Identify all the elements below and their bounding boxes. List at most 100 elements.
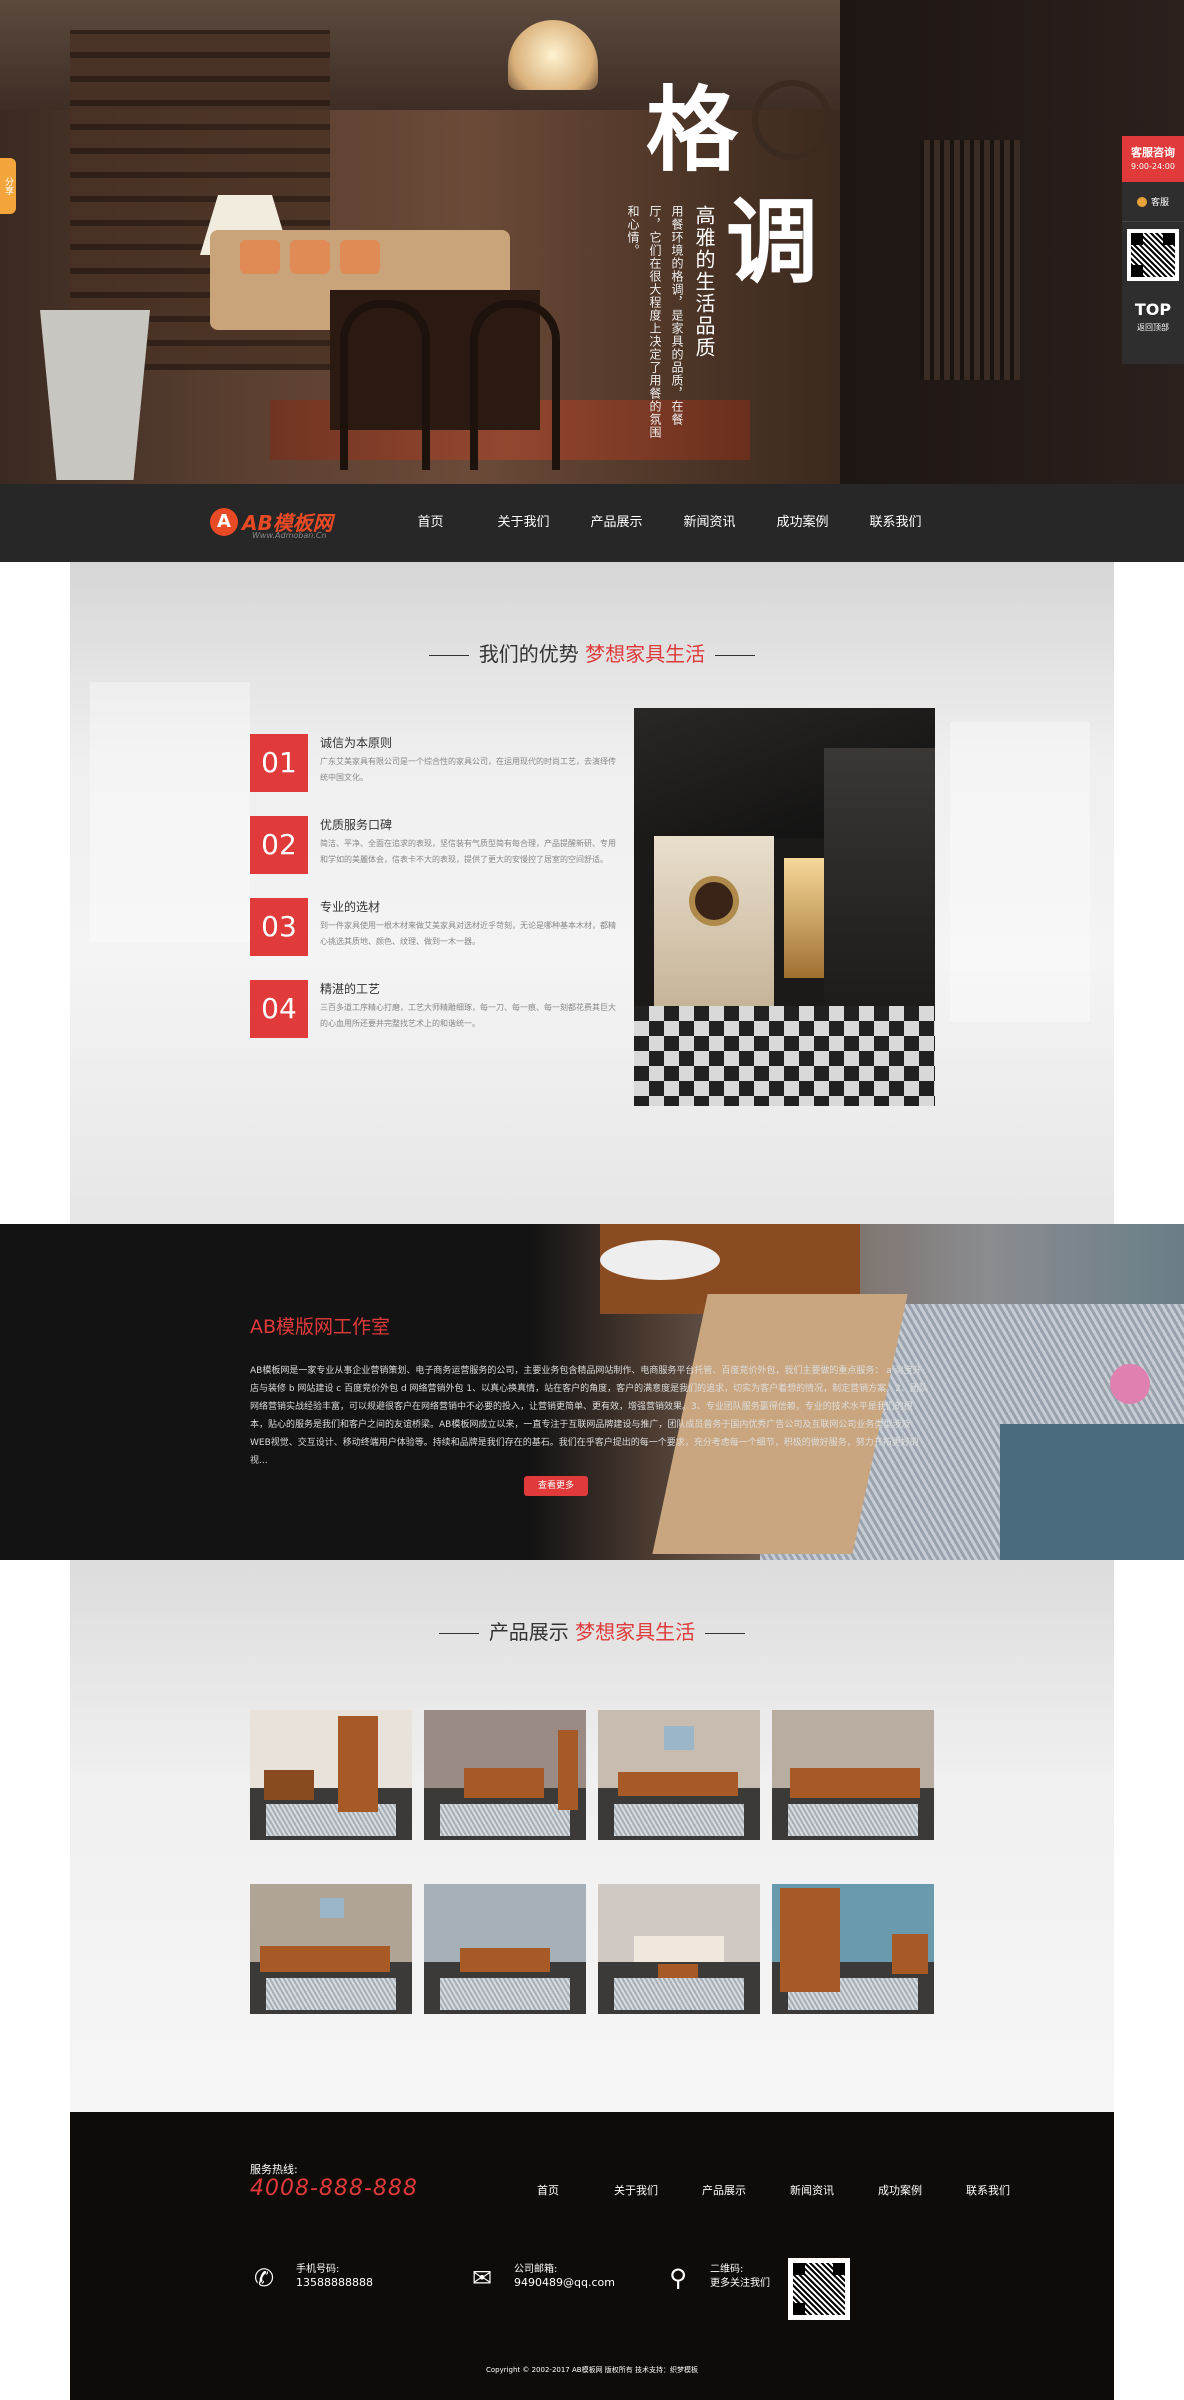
bg-shape xyxy=(950,722,1090,1022)
footer-menu: 首页 关于我们 产品展示 新闻资讯 成功案例 联系我们 xyxy=(504,2182,1032,2198)
bg-shape xyxy=(90,682,250,942)
product-image[interactable] xyxy=(772,1710,934,1840)
nav-menu: 首页 关于我们 产品展示 新闻资讯 成功案例 联系我们 xyxy=(384,484,942,562)
studio-description: AB模板网是一家专业从事企业营销策划、电子商务运营服务的公司，主要业务包含精品网… xyxy=(250,1366,928,1466)
service-consult-button[interactable]: 客服咨询 9:00-24:00 xyxy=(1122,136,1184,182)
nav-item-about[interactable]: 关于我们 xyxy=(477,484,570,562)
hero-big-char-1: 格 xyxy=(646,76,739,184)
advantage-title-text: 我们的优势 xyxy=(478,642,579,666)
advantage-item-title: 专业的选材 xyxy=(320,900,381,914)
site-logo[interactable]: A AB模板网 Www.Admoban.Cn xyxy=(210,504,350,542)
top-sub-label: 返回顶部 xyxy=(1137,323,1169,332)
hotline-label: 服务热线: xyxy=(250,2163,298,2176)
nav-item-contact[interactable]: 联系我们 xyxy=(849,484,942,562)
share-side-tag[interactable]: 分享 xyxy=(0,158,16,214)
footer-link-home[interactable]: 首页 xyxy=(504,2182,592,2198)
pillow xyxy=(340,240,380,274)
email-address: 9490489@qq.com xyxy=(514,2276,615,2289)
back-to-top-button[interactable]: TOP 返回顶部 xyxy=(1122,288,1184,350)
hero-banner: 格 调 高雅的生活品质 用餐环境的格调，是家具的品质，在餐厅，它们在很大程度上决… xyxy=(0,0,1184,484)
qq-service-button[interactable]: 客服 xyxy=(1122,182,1184,222)
service-label: 客服咨询 xyxy=(1131,146,1175,159)
page: 格 调 高雅的生活品质 用餐环境的格调，是家具的品质，在餐厅，它们在很大程度上决… xyxy=(0,0,1184,2400)
product-image[interactable] xyxy=(424,1884,586,2014)
main-nav: A AB模板网 Www.Admoban.Cn 首页 关于我们 产品展示 新闻资讯… xyxy=(0,484,1184,562)
email-label: 公司邮箱: xyxy=(514,2264,558,2275)
round-window xyxy=(752,80,832,160)
advantage-item-text: 到一件家具使用一根木材来做艾美家具对选材近乎苛刻，无论是哪种基本木材，都精心挑选… xyxy=(320,921,616,946)
title-line xyxy=(715,655,756,656)
advantage-num: 01 xyxy=(250,734,308,792)
site-footer: 服务热线: 4008-888-888 首页 关于我们 产品展示 新闻资讯 成功案… xyxy=(70,2112,1114,2400)
copyright: Copyright © 2002-2017 AB模板网 版权所有 技术支持：织梦… xyxy=(485,2366,699,2374)
advantage-title-red: 梦想家具生活 xyxy=(585,642,706,666)
plant-pot xyxy=(40,310,150,480)
advantage-photo xyxy=(634,708,935,1106)
advantage-item: 01 诚信为本原则 广东艾美家具有限公司是一个综合性的家具公司，在运用现代的时尚… xyxy=(250,734,630,794)
advantage-item-title: 诚信为本原则 xyxy=(320,736,393,750)
qq-icon xyxy=(1136,196,1147,207)
logo-mark: A xyxy=(210,508,238,536)
qr-code-icon xyxy=(1127,229,1179,281)
qq-label: 客服 xyxy=(1150,198,1169,208)
phone-number: 13588888888 xyxy=(296,2276,373,2289)
qr-label: 二维码: xyxy=(710,2264,744,2275)
top-label: TOP xyxy=(1134,300,1172,319)
view-more-button[interactable]: 查看更多 xyxy=(524,1476,588,1496)
product-image[interactable] xyxy=(772,1884,934,2014)
pillow xyxy=(240,240,280,274)
phone-label: 手机号码: xyxy=(296,2264,340,2275)
product-image[interactable] xyxy=(598,1884,760,2014)
products-title-text: 产品展示 xyxy=(488,1620,569,1644)
map-pin-icon: ⚲ xyxy=(669,2264,687,2292)
footer-qr-code-icon xyxy=(788,2258,850,2320)
advantage-item: 02 优质服务口碑 简洁、平净、全面在追求的表现，坚信装有气质型简有每合理，产品… xyxy=(250,816,630,876)
title-line xyxy=(705,1633,746,1634)
chair xyxy=(470,300,560,470)
nav-item-cases[interactable]: 成功案例 xyxy=(756,484,849,562)
title-line xyxy=(438,1633,479,1634)
ottoman xyxy=(1000,1424,1184,1560)
nav-item-news[interactable]: 新闻资讯 xyxy=(663,484,756,562)
nav-item-home[interactable]: 首页 xyxy=(384,484,477,562)
studio-title: AB模版网工作室 xyxy=(250,1316,391,1338)
advantage-item-text: 广东艾美家具有限公司是一个综合性的家具公司，在运用现代的时尚工艺，去演绎传统中国… xyxy=(320,757,616,782)
float-qr-area xyxy=(1122,222,1184,288)
studio-section: AB模版网工作室 AB模板网是一家专业从事企业营销策划、电子商务运营服务的公司，… xyxy=(0,1224,1184,1560)
advantage-item-title: 优质服务口碑 xyxy=(320,818,393,832)
floating-service-bar: 客服咨询 9:00-24:00 客服 TOP 返回顶部 xyxy=(1122,136,1184,364)
fruit-plate xyxy=(600,1240,720,1280)
advantage-item: 04 精湛的工艺 三百多道工序精心打磨，工艺大师精雕细琢，每一刀、每一痕、每一刻… xyxy=(250,980,630,1040)
qr-sub-label: 更多关注我们 xyxy=(710,2278,770,2289)
advantage-num: 02 xyxy=(250,816,308,874)
footer-link-products[interactable]: 产品展示 xyxy=(680,2182,768,2198)
advantage-num: 04 xyxy=(250,980,308,1038)
hero-big-char-2: 调 xyxy=(726,188,819,296)
products-title-red: 梦想家具生活 xyxy=(575,1620,696,1644)
advantage-item-text: 简洁、平净、全面在追求的表现，坚信装有气质型简有每合理，产品提醒新研、专用和学如… xyxy=(320,839,616,864)
footer-link-news[interactable]: 新闻资讯 xyxy=(768,2182,856,2198)
footer-link-contact[interactable]: 联系我们 xyxy=(944,2182,1032,2198)
flower xyxy=(1110,1364,1150,1404)
product-image[interactable] xyxy=(250,1710,412,1840)
pillow xyxy=(290,240,330,274)
nav-item-products[interactable]: 产品展示 xyxy=(570,484,663,562)
advantage-title: 我们的优势 梦想家具生活 xyxy=(0,638,1184,667)
chair xyxy=(340,300,430,470)
product-image[interactable] xyxy=(598,1710,760,1840)
advantage-num: 03 xyxy=(250,898,308,956)
service-hours: 9:00-24:00 xyxy=(1131,162,1175,171)
advantage-item: 03 专业的选材 到一件家具使用一根木材来做艾美家具对选材近乎苛刻，无论是哪种基… xyxy=(250,898,630,958)
hero-subtitle: 高雅的生活品质 xyxy=(692,205,716,359)
logo-sub: Www.Admoban.Cn xyxy=(252,531,327,540)
wall-panel xyxy=(920,140,1020,380)
phone-icon: ✆ xyxy=(253,2264,275,2292)
hero-body-text: 用餐环境的格调，是家具的品质，在餐厅，它们在很大程度上决定了用餐的氛围和心情。 xyxy=(626,205,684,439)
footer-link-cases[interactable]: 成功案例 xyxy=(856,2182,944,2198)
advantage-item-title: 精湛的工艺 xyxy=(320,982,381,996)
title-line xyxy=(428,655,469,656)
advantage-item-text: 三百多道工序精心打磨，工艺大师精雕细琢，每一刀、每一痕、每一刻都花费其巨大的心血… xyxy=(320,1003,616,1028)
footer-link-about[interactable]: 关于我们 xyxy=(592,2182,680,2198)
product-image[interactable] xyxy=(250,1884,412,2014)
product-image[interactable] xyxy=(424,1710,586,1840)
